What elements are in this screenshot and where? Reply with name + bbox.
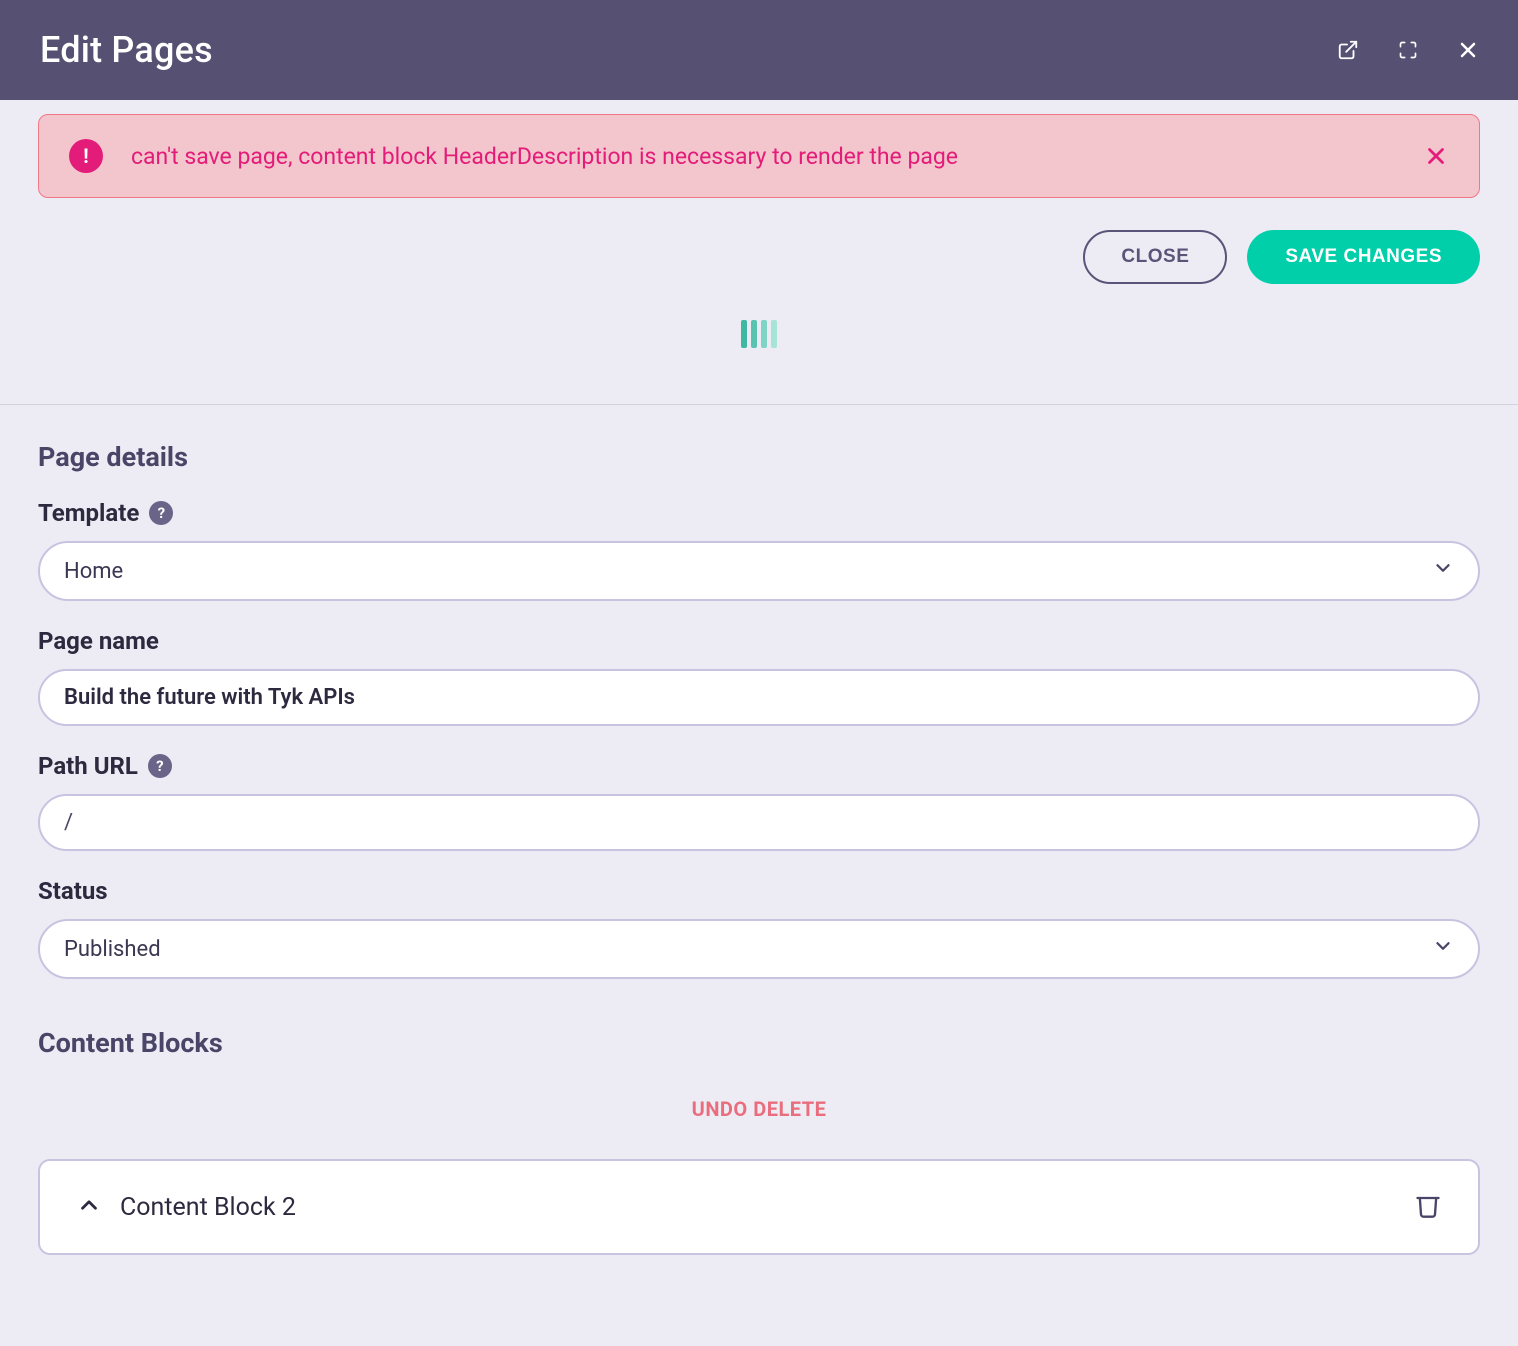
alert-message: can't save page, content block HeaderDes… xyxy=(131,143,958,170)
error-alert: ! can't save page, content block HeaderD… xyxy=(38,114,1480,198)
status-value: Published xyxy=(64,937,161,962)
content-block-title: Content Block 2 xyxy=(120,1193,296,1222)
template-select[interactable]: Home xyxy=(38,541,1480,601)
chevron-down-icon xyxy=(1432,935,1454,963)
content-block-item[interactable]: Content Block 2 xyxy=(38,1159,1480,1255)
page-name-input[interactable] xyxy=(38,669,1480,726)
template-label: Template xyxy=(38,499,139,527)
modal-title: Edit Pages xyxy=(40,29,213,71)
chevron-down-icon xyxy=(1432,557,1454,585)
modal-header: Edit Pages xyxy=(0,0,1518,100)
help-icon[interactable]: ? xyxy=(149,501,173,525)
close-button[interactable]: CLOSE xyxy=(1083,230,1227,284)
action-bar: CLOSE SAVE CHANGES xyxy=(38,198,1480,284)
content-blocks-title: Content Blocks xyxy=(38,1005,1480,1097)
save-changes-button[interactable]: SAVE CHANGES xyxy=(1247,230,1480,284)
alert-icon: ! xyxy=(69,139,103,173)
alert-close-icon[interactable] xyxy=(1423,143,1449,169)
page-details-title: Page details xyxy=(38,405,1480,499)
undo-delete-button[interactable]: UNDO DELETE xyxy=(38,1097,1480,1159)
template-value: Home xyxy=(64,559,123,584)
close-icon[interactable] xyxy=(1456,38,1480,62)
page-name-field[interactable] xyxy=(64,685,1454,710)
path-url-field[interactable] xyxy=(64,810,1454,835)
external-link-icon[interactable] xyxy=(1336,38,1360,62)
loading-indicator xyxy=(38,284,1480,404)
trash-icon[interactable] xyxy=(1414,1191,1442,1223)
status-label: Status xyxy=(38,877,108,905)
help-icon[interactable]: ? xyxy=(148,754,172,778)
chevron-up-icon xyxy=(76,1192,102,1222)
status-select[interactable]: Published xyxy=(38,919,1480,979)
fullscreen-icon[interactable] xyxy=(1396,38,1420,62)
page-name-label: Page name xyxy=(38,627,159,655)
path-url-label: Path URL xyxy=(38,752,138,780)
path-url-input[interactable] xyxy=(38,794,1480,851)
